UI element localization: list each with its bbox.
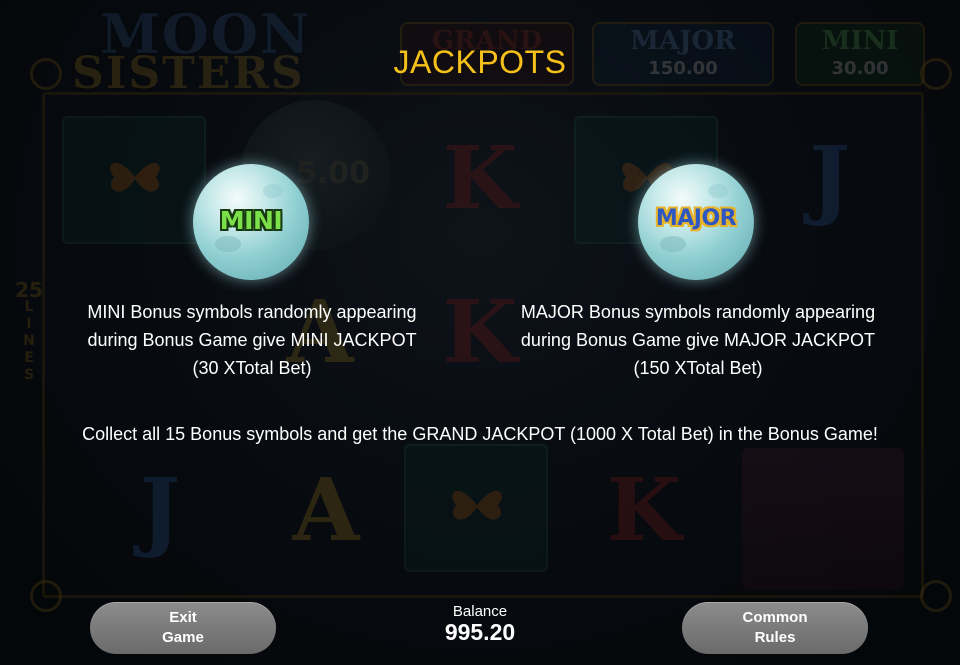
major-desc-line: during Bonus Game give MAJOR JACKPOT (520, 330, 876, 350)
rules-button-label: Common (742, 609, 808, 626)
mini-bonus-symbol: MINI (193, 164, 309, 280)
exit-button-label: Game (162, 629, 204, 646)
major-jackpot-description: MAJOR Bonus symbols randomly appearing d… (478, 298, 918, 382)
mini-desc-line: MINI Bonus symbols randomly appearing (87, 302, 417, 322)
mini-desc-line: (30 XTotal Bet) (192, 358, 312, 378)
major-desc-line: MAJOR Bonus symbols randomly appearing (520, 302, 876, 322)
balance-label: Balance (452, 603, 508, 620)
common-rules-button[interactable]: Common Rules (682, 602, 868, 654)
grand-jackpot-description: Collect all 15 Bonus symbols and get the… (82, 424, 878, 444)
mini-desc-line: during Bonus Game give MINI JACKPOT (87, 330, 417, 350)
balance-value: 995.20 (444, 619, 516, 645)
mini-symbol-label: MINI (219, 206, 283, 235)
rules-button-label: Rules (754, 629, 796, 646)
page-title: JACKPOTS (393, 44, 567, 80)
exit-button-label: Exit (169, 609, 197, 626)
exit-game-button[interactable]: Exit Game (90, 602, 276, 654)
major-symbol-label: MAJOR (655, 206, 737, 231)
major-bonus-symbol: MAJOR (638, 164, 754, 280)
major-desc-line: (150 XTotal Bet) (633, 358, 763, 378)
mini-jackpot-description: MINI Bonus symbols randomly appearing du… (40, 298, 464, 382)
